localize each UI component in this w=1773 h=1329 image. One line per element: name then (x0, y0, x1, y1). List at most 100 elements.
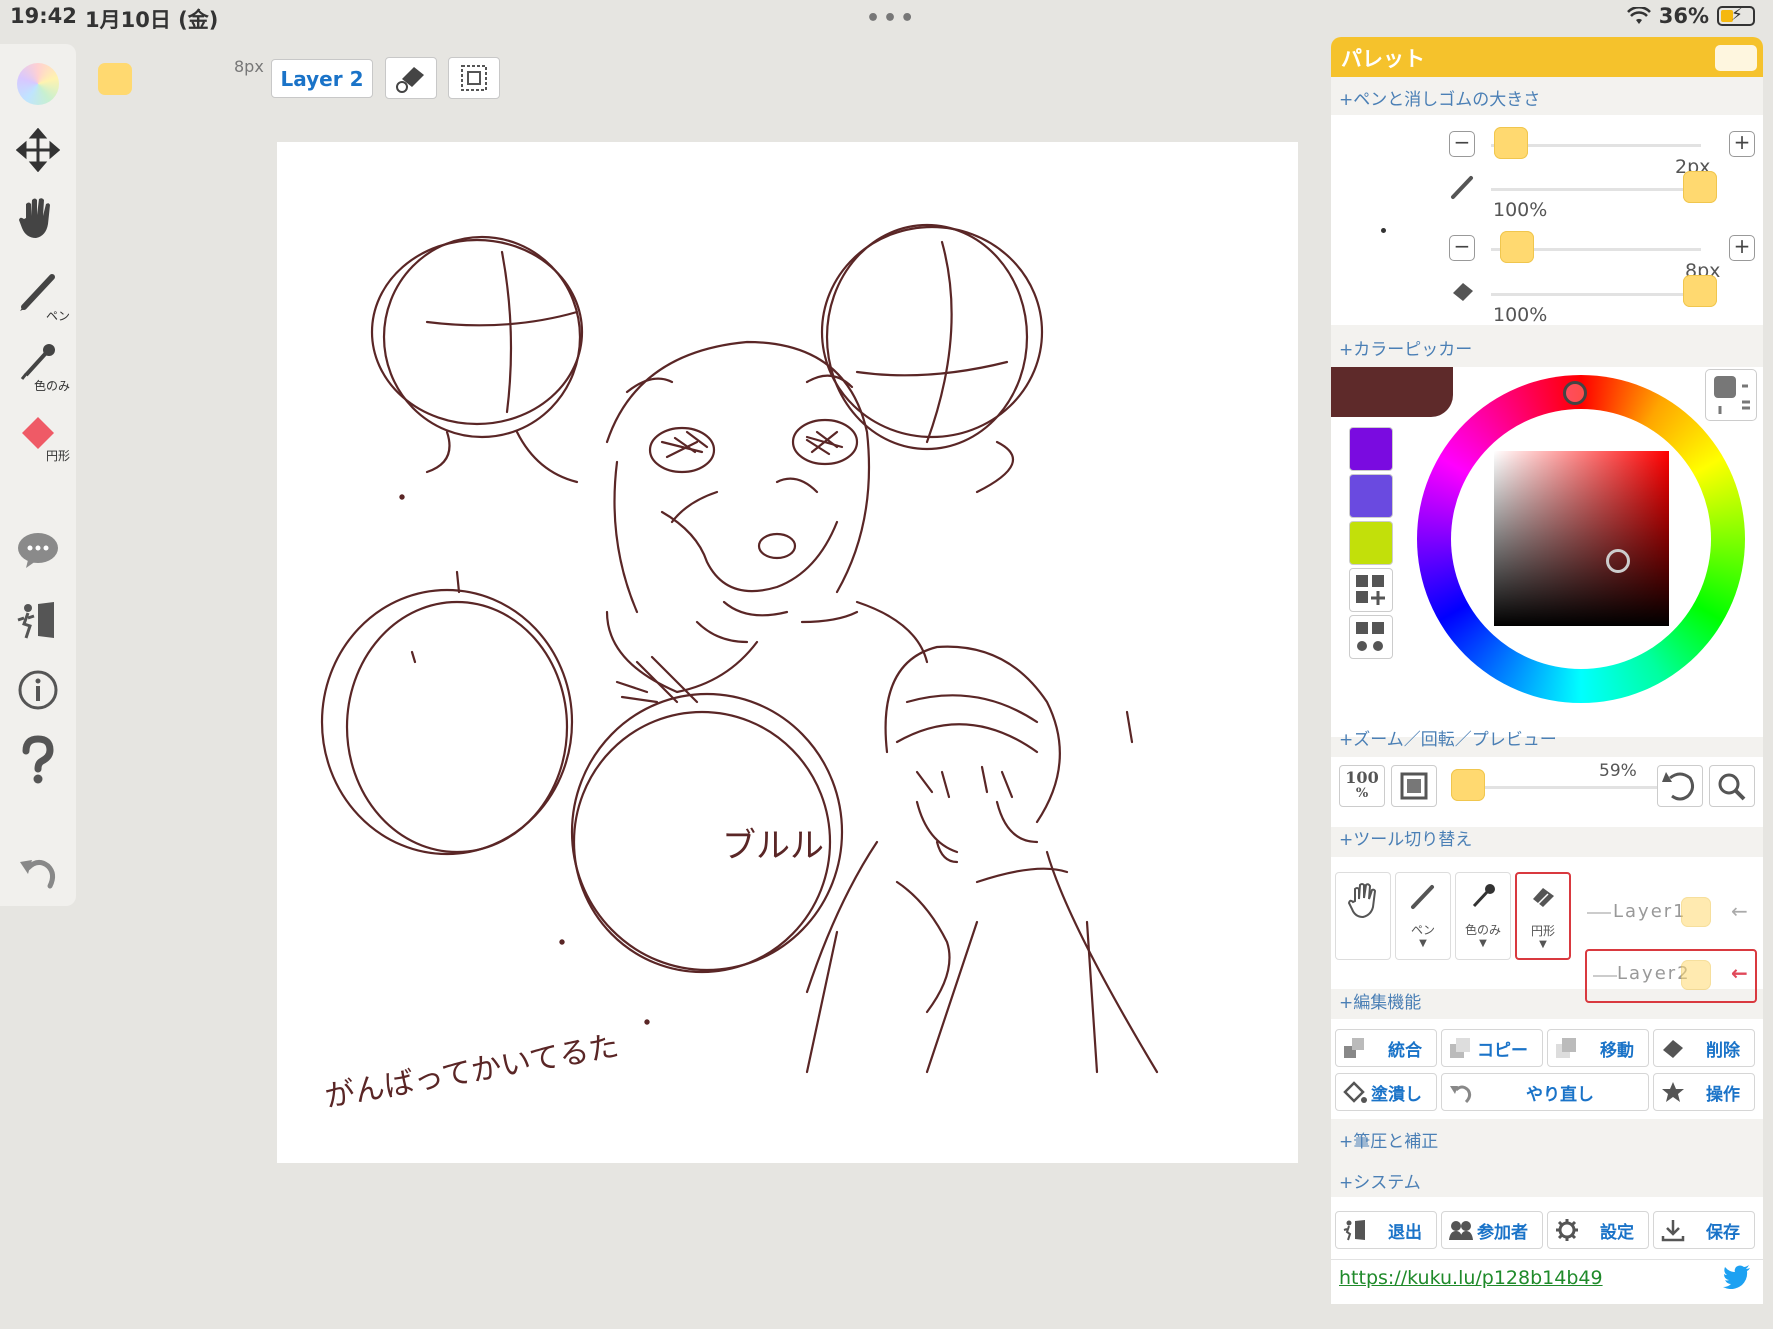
layer2-opacity-knob[interactable] (1681, 960, 1711, 990)
section-color-picker[interactable]: +カラーピッカー (1339, 335, 1472, 360)
section-pen-eraser[interactable]: +ペンと消しゴムの大きさ (1339, 85, 1540, 110)
canvas-handwritten-text: がんばってかいてるた (322, 1029, 621, 1115)
rotate-button[interactable] (1657, 765, 1703, 807)
multitask-dots[interactable]: ••• (866, 6, 917, 31)
merge-label: 統合 (1388, 1040, 1422, 1061)
layer-button[interactable]: Layer 2 (271, 59, 373, 98)
zoom-percent-sign: % (1355, 786, 1369, 801)
eraser-opacity-track[interactable] (1491, 293, 1701, 296)
participants-label: 参加者 (1477, 1222, 1528, 1243)
fill-button[interactable]: 塗潰し (1335, 1073, 1437, 1111)
pen-opacity-track[interactable] (1491, 188, 1701, 191)
section-pressure[interactable]: +筆圧と補正 (1339, 1127, 1438, 1152)
exit-room-button[interactable]: 退出 (1335, 1211, 1437, 1249)
shape-label: 円形 (45, 449, 70, 463)
eyedropper-tool[interactable]: 色のみ (0, 330, 76, 393)
battery-icon: ⚡ (1717, 5, 1755, 26)
section-system[interactable]: +システム (1339, 1168, 1421, 1193)
pen-size-plus[interactable]: + (1729, 131, 1755, 157)
zoom-100-label: 100 (1345, 768, 1379, 787)
delete-button[interactable]: 削除 (1653, 1029, 1755, 1067)
sv-handle[interactable] (1606, 549, 1630, 573)
zoom-knob[interactable] (1451, 769, 1485, 801)
hand-icon (19, 198, 50, 238)
undo-button[interactable] (0, 844, 76, 900)
layer1-opacity-knob[interactable] (1681, 897, 1711, 927)
help-button[interactable] (0, 730, 76, 790)
palette-collapse-button[interactable] (1715, 45, 1757, 71)
zoom-value: 59% (1599, 761, 1637, 781)
participants-button[interactable]: 参加者 (1441, 1211, 1543, 1249)
operations-button[interactable]: 操作 (1653, 1073, 1755, 1111)
twitter-icon[interactable] (1723, 1265, 1751, 1289)
operations-label: 操作 (1706, 1084, 1740, 1105)
color-wheel-button[interactable] (0, 56, 76, 112)
tool-switch-pen[interactable]: ペン ▼ (1395, 872, 1451, 960)
canvas-bubble-text: ブルル (722, 826, 824, 866)
color-picker-mode-button[interactable] (1705, 369, 1757, 421)
tool-switch-pen-label: ペン (1410, 923, 1435, 937)
pen-opacity-knob[interactable] (1683, 171, 1717, 203)
star-icon (1662, 1082, 1684, 1102)
color-swatch-1[interactable] (1349, 427, 1393, 471)
palette-header: パレット (1331, 37, 1763, 77)
chat-button[interactable] (0, 522, 76, 578)
copy-button[interactable]: コピー (1441, 1029, 1543, 1067)
clock: 19:42 (10, 4, 77, 28)
add-swatch-button[interactable] (1349, 568, 1393, 612)
shape-tool[interactable]: 円形 (0, 400, 76, 463)
transform-button[interactable] (448, 57, 500, 99)
move-button[interactable]: 移動 (1547, 1029, 1649, 1067)
room-url-link[interactable]: https://kuku.lu/p128b14b49 (1339, 1267, 1603, 1289)
fit-screen-button[interactable] (1391, 765, 1437, 807)
crop-transform-icon (461, 65, 487, 91)
zoom-track[interactable] (1457, 786, 1657, 789)
zoom-search-button[interactable] (1709, 765, 1755, 807)
tool-switch-hand[interactable] (1335, 872, 1391, 960)
participants-icon (1449, 1221, 1473, 1240)
rotate-icon (1662, 772, 1695, 801)
saturation-value-square[interactable] (1494, 451, 1669, 626)
settings-button[interactable]: 設定 (1547, 1211, 1649, 1249)
swap-swatch-button[interactable] (1349, 615, 1393, 659)
move-label: 移動 (1600, 1040, 1634, 1061)
section-zoom[interactable]: +ズーム／回転／プレビュー (1339, 725, 1557, 750)
eraser-gear-icon (396, 67, 424, 93)
eraser-icon (1533, 888, 1554, 907)
eraser-size-knob[interactable] (1500, 231, 1534, 263)
pen-size-knob[interactable] (1494, 127, 1528, 159)
section-edit[interactable]: +編集機能 (1339, 988, 1421, 1013)
exit-door-icon (17, 602, 54, 639)
tool-switch-eyedropper[interactable]: 色のみ ▼ (1455, 872, 1511, 960)
redo-button[interactable]: やり直し (1441, 1073, 1649, 1111)
exit-button[interactable] (0, 592, 76, 648)
eraser-opacity-knob[interactable] (1683, 275, 1717, 307)
merge-button[interactable]: 統合 (1335, 1029, 1437, 1067)
brush-size-label: 8px (234, 57, 264, 76)
pen-size-minus[interactable]: − (1449, 131, 1475, 157)
zoom-100-button[interactable]: 100 % (1339, 765, 1385, 807)
info-button[interactable] (0, 662, 76, 718)
current-color-swatch[interactable] (98, 63, 132, 95)
section-tool-switch[interactable]: +ツール切り替え (1339, 825, 1472, 850)
move-tool[interactable] (0, 122, 76, 178)
pen-tool[interactable]: ペン (0, 260, 76, 323)
color-swatch-2[interactable] (1349, 474, 1393, 518)
battery-percent: 36% (1658, 4, 1709, 28)
tool-switch-shape[interactable]: 円形 ▼ (1515, 872, 1571, 960)
layer2-row[interactable]: Layer2 ← (1585, 949, 1757, 1003)
drawing-canvas[interactable]: がんばってかいてるた ブルル (277, 142, 1298, 1163)
layer2-arrow-icon: ← (1731, 961, 1748, 985)
hue-ring-handle[interactable] (1563, 381, 1587, 405)
color-swatch-3[interactable] (1349, 521, 1393, 565)
save-button[interactable]: 保存 (1653, 1211, 1755, 1249)
layer1-row[interactable]: Layer1 ← (1585, 895, 1755, 931)
eraser-size-minus[interactable]: − (1449, 235, 1475, 261)
chat-bubble-icon (18, 533, 58, 568)
download-icon (1661, 1220, 1685, 1242)
eraser-size-plus[interactable]: + (1729, 235, 1755, 261)
wifi-icon (1626, 7, 1651, 24)
hand-tool[interactable] (0, 190, 76, 246)
eraser-settings-button[interactable] (385, 57, 437, 99)
eraser-opacity-value: 100% (1493, 304, 1548, 326)
